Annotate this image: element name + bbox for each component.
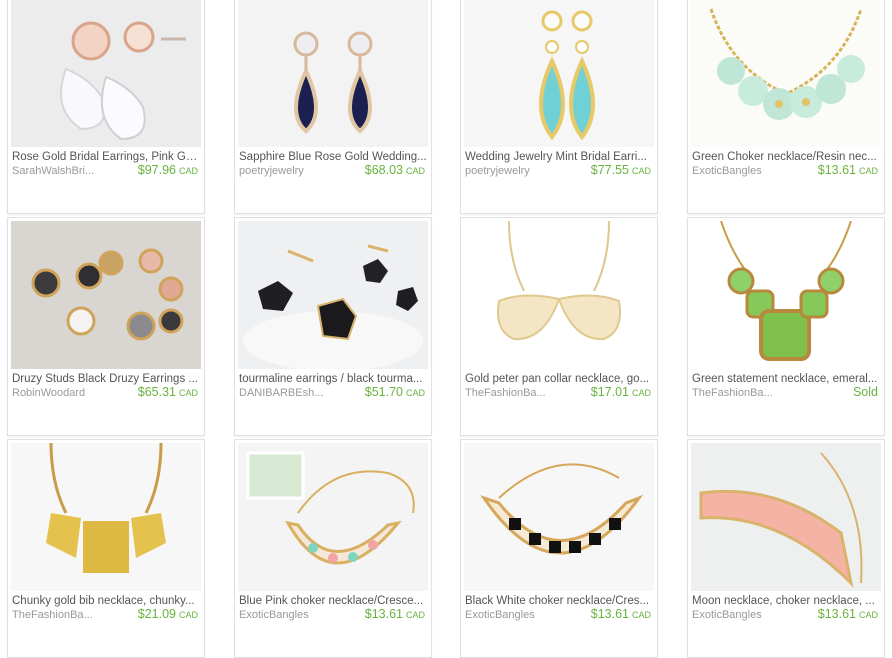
listing-shop[interactable]: ExoticBangles <box>239 609 339 621</box>
listing-title[interactable]: Blue Pink choker necklace/Cresce... <box>239 595 427 607</box>
listing-price: $51.70 CAD <box>365 385 425 399</box>
listing-shop[interactable]: ExoticBangles <box>692 165 792 177</box>
tourmaline-stud-earrings-image[interactable] <box>238 221 428 369</box>
price-currency: CAD <box>631 610 651 620</box>
listing-price: $65.31 CAD <box>138 385 198 399</box>
listing-card[interactable]: Green statement necklace, emeral... TheF… <box>687 217 885 436</box>
gold-bib-necklace-image[interactable] <box>11 443 201 591</box>
listing-price: $13.61 CAD <box>365 607 425 621</box>
listing-shop[interactable]: SarahWalshBri... <box>12 165 112 177</box>
listing-shop[interactable]: TheFashionBa... <box>12 609 112 621</box>
price-currency: CAD <box>405 610 425 620</box>
listing-price: $21.09 CAD <box>138 607 198 621</box>
price-amount: $65.31 <box>137 385 176 399</box>
listing-title[interactable]: Gold peter pan collar necklace, go... <box>465 373 653 385</box>
druzy-stud-earrings-image[interactable] <box>11 221 201 369</box>
listing-card[interactable]: Druzy Studs Black Druzy Earrings ... Rob… <box>7 217 205 436</box>
listing-title[interactable]: Rose Gold Bridal Earrings, Pink Gol... <box>12 151 200 163</box>
tourmaline-studs-icon <box>238 221 428 369</box>
pink-moon-necklace-image[interactable] <box>691 443 881 591</box>
listing-shop[interactable]: DANIBARBEsh... <box>239 387 339 399</box>
listing-title[interactable]: Druzy Studs Black Druzy Earrings ... <box>12 373 200 385</box>
price-amount: $77.55 <box>590 163 629 177</box>
listing-title[interactable]: Green Choker necklace/Resin nec... <box>692 151 880 163</box>
listing-price: $17.01 CAD <box>591 385 651 399</box>
price-amount: $68.03 <box>364 163 403 177</box>
sold-label: Sold <box>852 385 878 399</box>
listing-card[interactable]: Rose Gold Bridal Earrings, Pink Gol... S… <box>7 0 205 214</box>
sapphire-teardrop-earrings-image[interactable] <box>238 0 428 147</box>
listing-price: $13.61 CAD <box>591 607 651 621</box>
black-white-crescent-necklace-image[interactable] <box>464 443 654 591</box>
listing-price: $97.96 CAD <box>138 163 198 177</box>
sapphire-earrings-icon <box>238 0 428 147</box>
price-currency: CAD <box>405 166 425 176</box>
price-amount: $51.70 <box>364 385 403 399</box>
price-currency: CAD <box>631 388 651 398</box>
price-currency: CAD <box>405 388 425 398</box>
mint-teardrop-earrings-image[interactable] <box>464 0 654 147</box>
listing-card[interactable]: Black White choker necklace/Cres... Exot… <box>460 439 658 658</box>
listing-price: $77.55 CAD <box>591 163 651 177</box>
listing-card[interactable]: Chunky gold bib necklace, chunky... TheF… <box>7 439 205 658</box>
listing-card[interactable]: Wedding Jewelry Mint Bridal Earri... poe… <box>460 0 658 214</box>
listing-card[interactable]: Moon necklace, choker necklace, ... Exot… <box>687 439 885 658</box>
price-currency: CAD <box>178 610 198 620</box>
flower-necklace-icon <box>691 0 881 147</box>
druzy-studs-icon <box>11 221 201 369</box>
collar-necklace-image[interactable] <box>464 221 654 369</box>
listing-price: $68.03 CAD <box>365 163 425 177</box>
price-amount: $13.61 <box>817 607 856 621</box>
listing-price: $13.61 CAD <box>818 163 878 177</box>
price-amount: $13.61 <box>364 607 403 621</box>
pink-moon-necklace-icon <box>691 443 881 591</box>
listing-shop[interactable]: TheFashionBa... <box>692 387 792 399</box>
pastel-crescent-necklace-icon <box>238 443 428 591</box>
price-currency: CAD <box>858 166 878 176</box>
mint-earrings-icon <box>464 0 654 147</box>
listing-title[interactable]: tourmaline earrings / black tourma... <box>239 373 427 385</box>
listing-shop[interactable]: TheFashionBa... <box>465 387 565 399</box>
listing-card[interactable]: Sapphire Blue Rose Gold Wedding... poetr… <box>234 0 432 214</box>
listing-card[interactable]: Blue Pink choker necklace/Cresce... Exot… <box>234 439 432 658</box>
price-amount: $17.01 <box>590 385 629 399</box>
listing-shop[interactable]: ExoticBangles <box>465 609 565 621</box>
collar-necklace-icon <box>464 221 654 369</box>
price-currency: CAD <box>631 166 651 176</box>
listing-price: $13.61 CAD <box>818 607 878 621</box>
listing-grid: Rose Gold Bridal Earrings, Pink Gol... S… <box>0 0 892 658</box>
listing-shop[interactable]: poetryjewelry <box>239 165 339 177</box>
listing-title[interactable]: Chunky gold bib necklace, chunky... <box>12 595 200 607</box>
listing-price: Sold <box>853 385 878 399</box>
listing-title[interactable]: Sapphire Blue Rose Gold Wedding... <box>239 151 427 163</box>
listing-shop[interactable]: poetryjewelry <box>465 165 565 177</box>
listing-card[interactable]: Gold peter pan collar necklace, go... Th… <box>460 217 658 436</box>
listing-title[interactable]: Moon necklace, choker necklace, ... <box>692 595 880 607</box>
price-amount: $13.61 <box>590 607 629 621</box>
price-amount: $13.61 <box>817 163 856 177</box>
price-currency: CAD <box>178 166 198 176</box>
listing-title[interactable]: Green statement necklace, emeral... <box>692 373 880 385</box>
listing-card[interactable]: Green Choker necklace/Resin nec... Exoti… <box>687 0 885 214</box>
listing-shop[interactable]: ExoticBangles <box>692 609 792 621</box>
pastel-crescent-necklace-image[interactable] <box>238 443 428 591</box>
listing-title[interactable]: Wedding Jewelry Mint Bridal Earri... <box>465 151 653 163</box>
black-white-crescent-necklace-icon <box>464 443 654 591</box>
rose-gold-earrings-icon <box>11 0 201 147</box>
rose-gold-teardrop-earrings-image[interactable] <box>11 0 201 147</box>
price-amount: $97.96 <box>137 163 176 177</box>
gold-bib-necklace-icon <box>11 443 201 591</box>
green-statement-necklace-image[interactable] <box>691 221 881 369</box>
listing-title[interactable]: Black White choker necklace/Cres... <box>465 595 653 607</box>
green-necklace-icon <box>691 221 881 369</box>
price-currency: CAD <box>858 610 878 620</box>
flower-choker-necklace-image[interactable] <box>691 0 881 147</box>
price-amount: $21.09 <box>137 607 176 621</box>
listing-card[interactable]: tourmaline earrings / black tourma... DA… <box>234 217 432 436</box>
listing-shop[interactable]: RobinWoodard <box>12 387 112 399</box>
price-currency: CAD <box>178 388 198 398</box>
